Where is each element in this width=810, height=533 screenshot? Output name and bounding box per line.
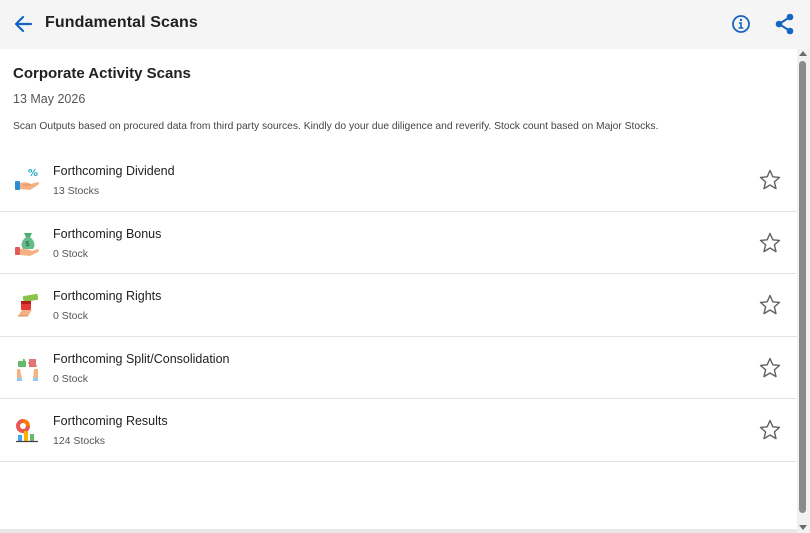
vertical-scrollbar[interactable] [797,49,810,533]
scroll-down-arrow-icon[interactable] [799,525,807,530]
list-item[interactable]: Forthcoming Results 124 Stocks [0,399,797,462]
section-title: Corporate Activity Scans [13,65,191,82]
scan-count: 124 Stocks [53,435,105,447]
page-title: Fundamental Scans [45,14,198,31]
arrow-left-icon [14,15,33,33]
split-puzzle-hands-icon [17,358,38,381]
scan-title: Forthcoming Bonus [53,226,162,241]
scrollbar-thumb[interactable] [799,61,806,513]
list-item[interactable]: Forthcoming Split/Consolidation 0 Stock [0,337,797,399]
svg-text:$: $ [25,240,30,248]
scan-count: 0 Stock [53,372,89,385]
share-icon [775,13,794,35]
list-item[interactable]: % Forthcoming Dividend 13 Stocks [0,149,797,212]
info-button[interactable] [730,13,752,35]
app-header: Fundamental Scans [0,0,810,49]
list-item[interactable]: $ Forthcoming Bonus 0 Stock [0,212,797,274]
share-button[interactable] [774,12,796,36]
star-icon[interactable] [758,231,782,255]
bottom-edge [0,529,797,533]
svg-text:%: % [28,168,38,179]
star-icon[interactable] [758,418,782,442]
star-icon[interactable] [758,356,782,380]
bonus-money-bag-icon: $ [15,232,39,256]
section-date: 13 May 2026 [13,92,86,106]
app-root: Fundamental Scans Corporate Activity Sca… [0,0,810,533]
scan-title: Forthcoming Split/Consolidation [53,351,230,366]
results-chart-icon [16,419,38,443]
list-item[interactable]: Forthcoming Rights 0 Stock [0,274,797,337]
star-icon[interactable] [758,293,782,317]
scan-count: 13 Stocks [53,185,100,197]
dividend-hand-percent-icon: % [15,168,39,190]
info-circle-icon [732,15,750,33]
scan-list: % Forthcoming Dividend 13 Stocks $ Forth… [0,149,797,462]
scan-count: 0 Stock [53,247,89,260]
back-button[interactable] [11,12,35,36]
rights-certificate-icon [18,293,39,317]
scan-title: Forthcoming Dividend [53,164,175,178]
disclaimer-text: Scan Outputs based on procured data from… [13,121,659,132]
scan-title: Forthcoming Results [53,414,168,428]
scroll-up-arrow-icon[interactable] [799,51,807,56]
scan-content: Corporate Activity Scans 13 May 2026 Sca… [0,49,797,529]
star-icon[interactable] [758,168,782,192]
scan-count: 0 Stock [53,310,89,322]
scan-title: Forthcoming Rights [53,289,162,303]
